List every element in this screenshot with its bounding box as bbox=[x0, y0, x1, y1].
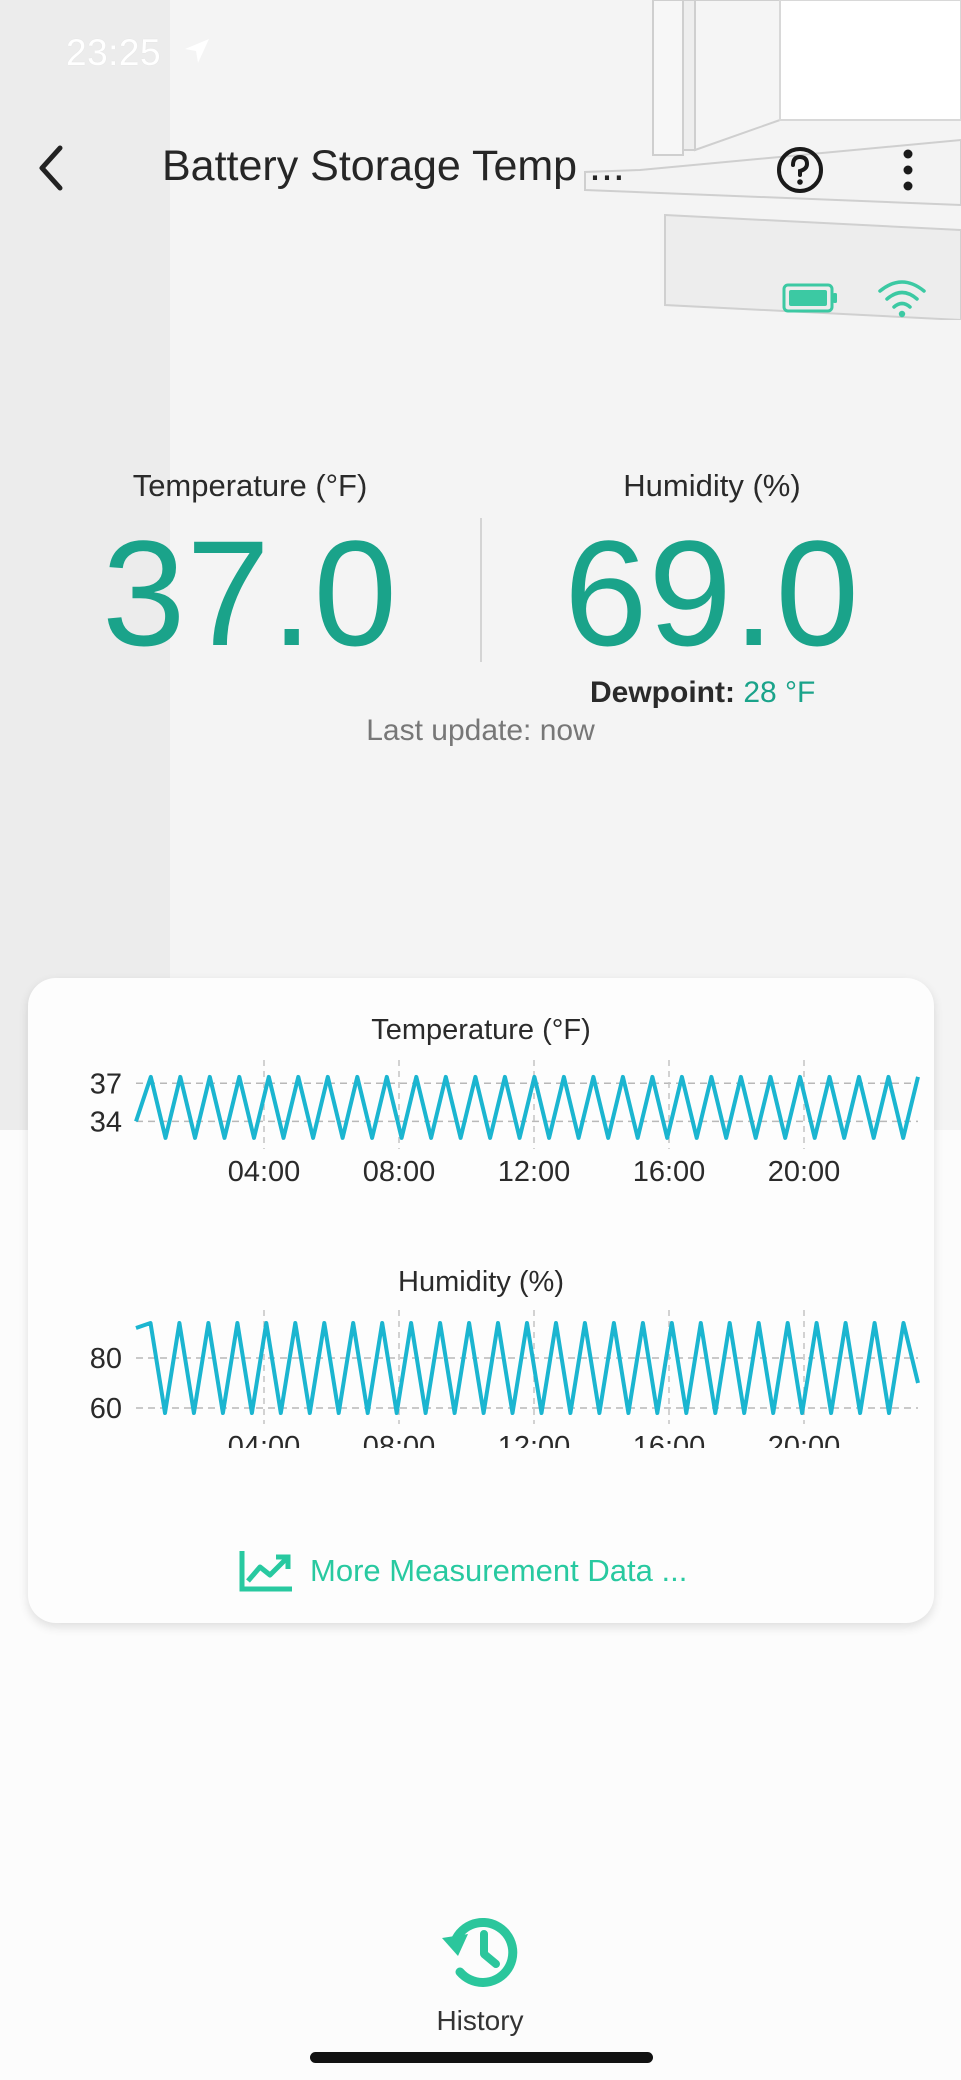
location-arrow-icon bbox=[185, 39, 209, 63]
x-tick-label: 08:00 bbox=[363, 1156, 436, 1188]
history-label: History bbox=[436, 2005, 524, 2036]
readings-divider bbox=[480, 518, 482, 662]
x-tick-label: 16:00 bbox=[633, 1156, 706, 1188]
y-tick-label: 37 bbox=[90, 1068, 122, 1100]
measurement-charts-card: Temperature (°F) 37 34 04:00 08:00 12:00 16:0… bbox=[28, 978, 934, 1623]
humidity-chart[interactable]: 80 60 04:00 08:00 12:00 16:00 20:00 bbox=[28, 1298, 934, 1448]
more-measurement-data-label: More Measurement Data ... bbox=[310, 1553, 688, 1588]
last-update-text: Last update: now bbox=[366, 714, 595, 747]
history-tab[interactable]: History bbox=[380, 1910, 580, 2037]
x-tick-label: 04:00 bbox=[228, 1156, 301, 1188]
dewpoint-label: Dewpoint: bbox=[590, 676, 735, 709]
help-circle-icon[interactable] bbox=[775, 145, 825, 195]
dewpoint-value: 28 °F bbox=[743, 676, 816, 709]
humidity-label: Humidity (%) bbox=[623, 468, 801, 503]
y-tick-label: 80 bbox=[90, 1343, 122, 1375]
x-tick-label: 12:00 bbox=[498, 1156, 571, 1188]
x-tick-label: 12:00 bbox=[498, 1431, 571, 1448]
dewpoint: Dewpoint: 28 °F bbox=[590, 676, 815, 710]
home-indicator bbox=[310, 2052, 653, 2063]
trend-chart-icon bbox=[239, 1551, 292, 1592]
battery-icon bbox=[782, 283, 837, 313]
temperature-label: Temperature (°F) bbox=[132, 468, 368, 503]
x-tick-label: 20:00 bbox=[768, 1431, 841, 1448]
page-title: Battery Storage Temp ... bbox=[162, 142, 625, 190]
wifi-icon bbox=[878, 280, 926, 318]
status-time: 23:25 bbox=[66, 32, 162, 73]
chart-series-line bbox=[135, 1321, 920, 1415]
x-tick-label: 08:00 bbox=[363, 1431, 436, 1448]
y-tick-label: 60 bbox=[90, 1393, 122, 1425]
humidity-chart-title: Humidity (%) bbox=[398, 1266, 564, 1298]
back-chevron-icon[interactable] bbox=[30, 138, 74, 198]
temperature-chart-title: Temperature (°F) bbox=[371, 1014, 591, 1046]
chart-series-line bbox=[134, 1074, 920, 1140]
y-tick-label: 34 bbox=[90, 1106, 122, 1138]
more-measurement-data-link[interactable]: More Measurement Data ... bbox=[238, 1546, 687, 1596]
more-vertical-icon[interactable] bbox=[890, 145, 926, 195]
x-tick-label: 20:00 bbox=[768, 1156, 841, 1188]
humidity-value: 69.0 bbox=[564, 509, 860, 677]
history-clock-icon bbox=[442, 1918, 518, 1987]
x-tick-label: 16:00 bbox=[633, 1431, 706, 1448]
x-tick-label: 04:00 bbox=[228, 1431, 301, 1448]
temperature-chart[interactable]: 37 34 04:00 08:00 12:00 16:00 20:00 bbox=[28, 1048, 934, 1193]
temperature-value: 37.0 bbox=[102, 509, 398, 677]
